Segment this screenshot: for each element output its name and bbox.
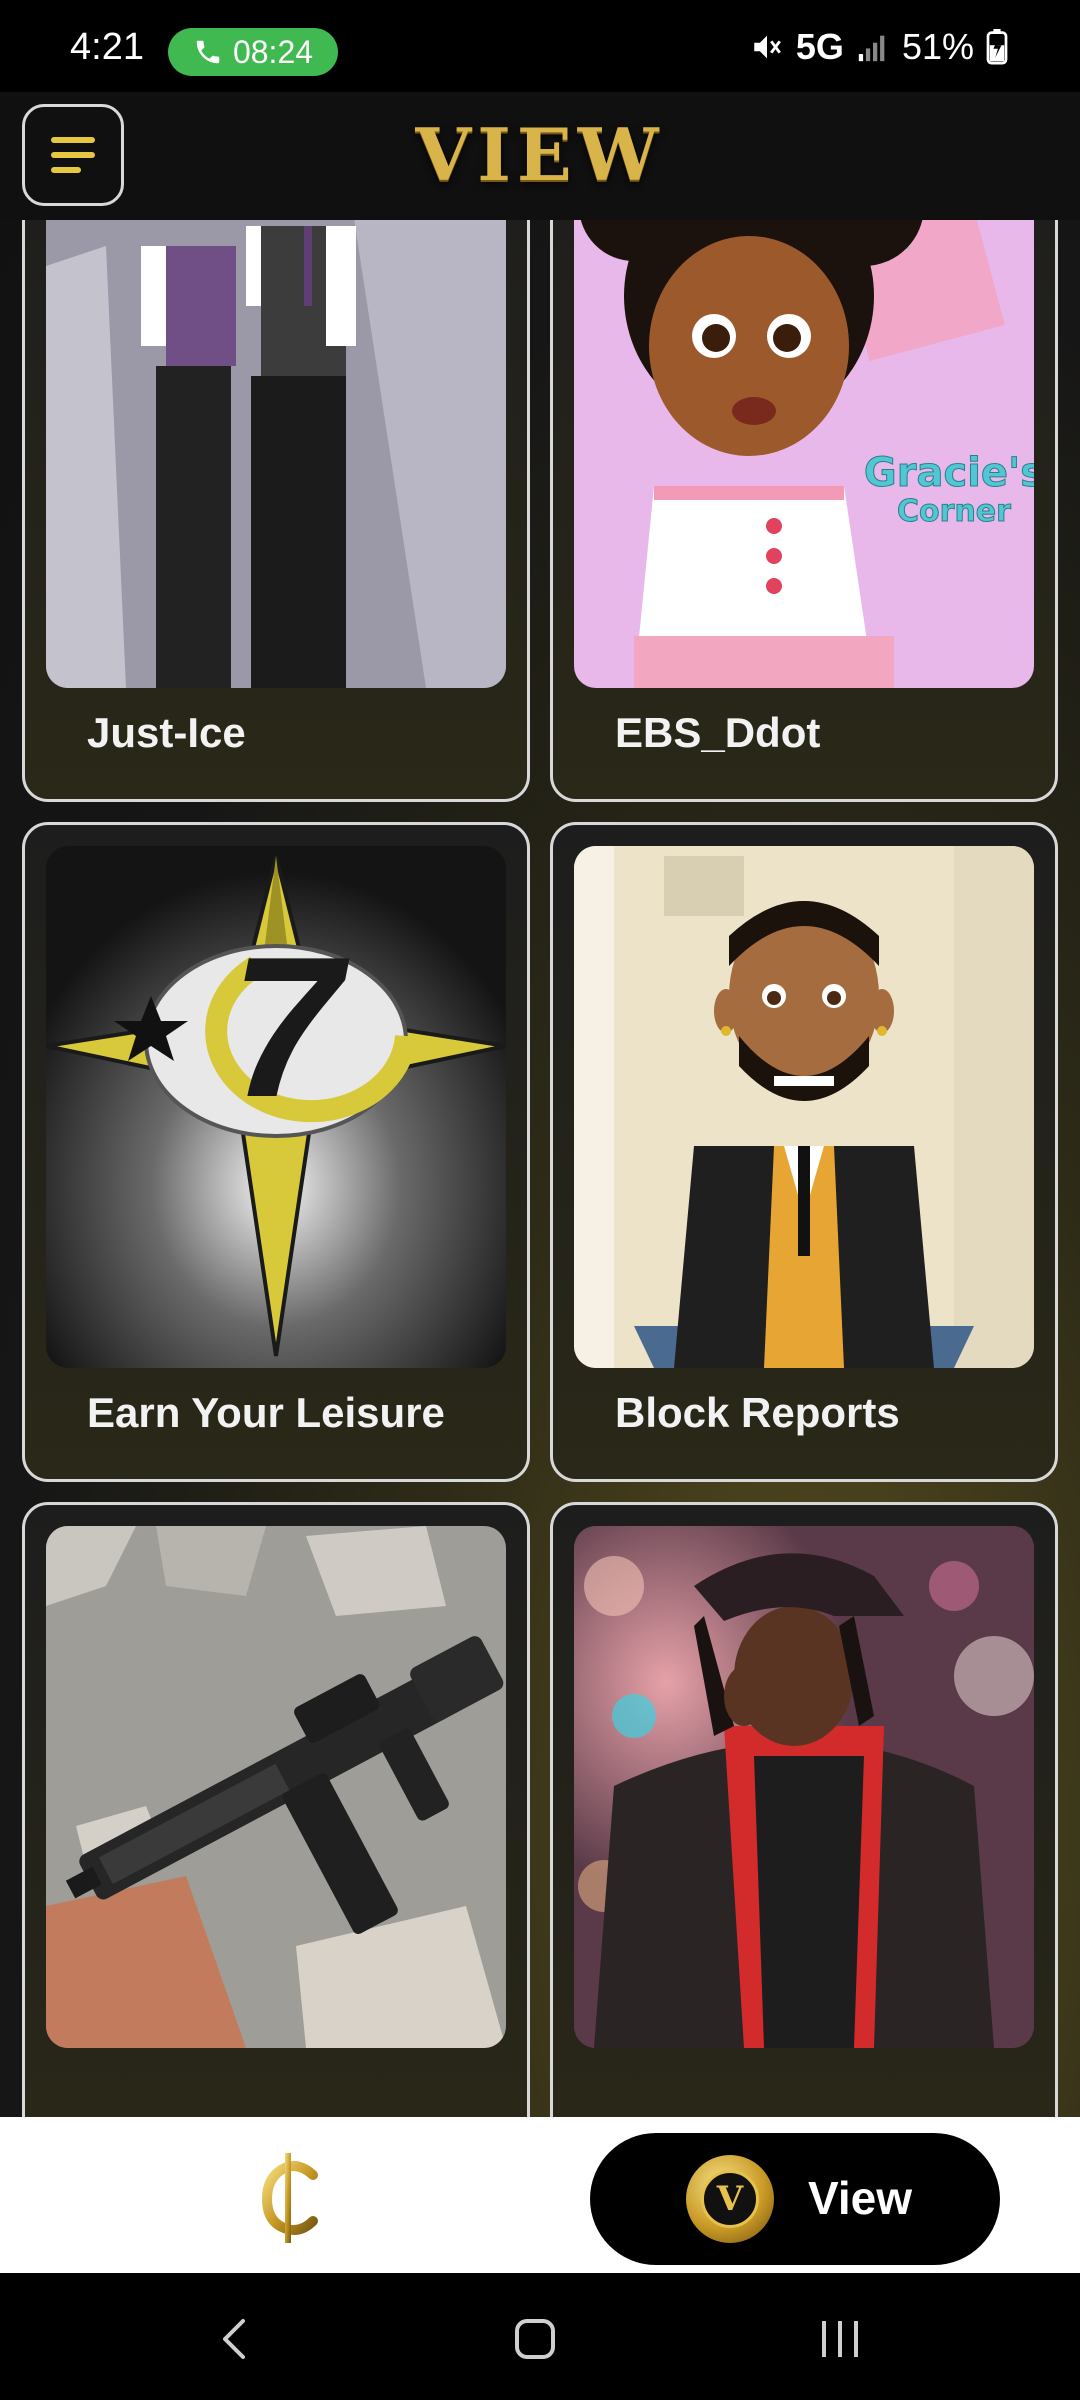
channel-thumbnail: [46, 1526, 506, 2048]
channel-thumbnail: Gracie's Corner: [574, 220, 1034, 688]
bottom-nav: V View: [0, 2117, 1080, 2273]
channel-thumbnail: [46, 220, 506, 688]
view-logo-icon: V: [686, 2155, 774, 2243]
svg-text:Corner: Corner: [897, 494, 1011, 529]
channel-label: Earn Your Leisure: [87, 1389, 445, 1436]
ongoing-call-pill[interactable]: 08:24: [168, 28, 338, 76]
channel-grid: Just-Ice Gracie's Corner EBS_Ddot 7 Earn…: [0, 220, 1080, 2117]
app-header: VIEW: [0, 92, 1080, 220]
system-navigation-bar: [0, 2273, 1080, 2400]
channel-card-5[interactable]: [22, 1502, 530, 2117]
view-tab-button[interactable]: V View: [590, 2133, 1000, 2265]
battery-percent: 51%: [901, 26, 974, 67]
home-icon[interactable]: [505, 2309, 565, 2369]
channel-card-6[interactable]: [550, 1502, 1058, 2117]
back-icon[interactable]: [205, 2309, 265, 2369]
cent-icon: [261, 2153, 318, 2243]
battery-charging-icon: [986, 29, 1008, 65]
cent-tab-button[interactable]: [250, 2147, 330, 2247]
channel-card-block-reports[interactable]: Block Reports: [550, 822, 1058, 1482]
channel-thumbnail: 7: [46, 846, 506, 1368]
status-icons: 5G 51%: [750, 26, 1008, 68]
channel-thumbnail: [574, 1526, 1034, 2048]
channel-card-ebs-ddot[interactable]: Gracie's Corner EBS_Ddot: [550, 220, 1058, 802]
network-type: 5G: [795, 26, 844, 67]
channel-card-just-ice[interactable]: Just-Ice: [22, 220, 530, 802]
channel-label: Block Reports: [615, 1389, 900, 1436]
recents-icon[interactable]: [810, 2309, 870, 2369]
app-title: VIEW: [415, 112, 665, 197]
call-timer: 08:24: [232, 33, 314, 70]
status-bar: 4:21 08:24 5G 51%: [0, 0, 1080, 92]
mute-icon: [754, 35, 781, 59]
phone-icon: [196, 40, 220, 64]
view-badge-letter: V: [701, 2170, 759, 2228]
status-time: 4:21: [70, 26, 144, 68]
signal-icon: [858, 35, 885, 62]
channel-card-earn-your-leisure[interactable]: 7 Earn Your Leisure: [22, 822, 530, 1482]
view-tab-label: View: [808, 2172, 912, 2224]
channel-label: EBS_Ddot: [615, 709, 821, 756]
svg-text:7: 7: [230, 916, 350, 1139]
channel-thumbnail: [574, 846, 1034, 1368]
channel-label: Just-Ice: [87, 709, 246, 756]
svg-text:Gracie's: Gracie's: [864, 450, 1034, 496]
